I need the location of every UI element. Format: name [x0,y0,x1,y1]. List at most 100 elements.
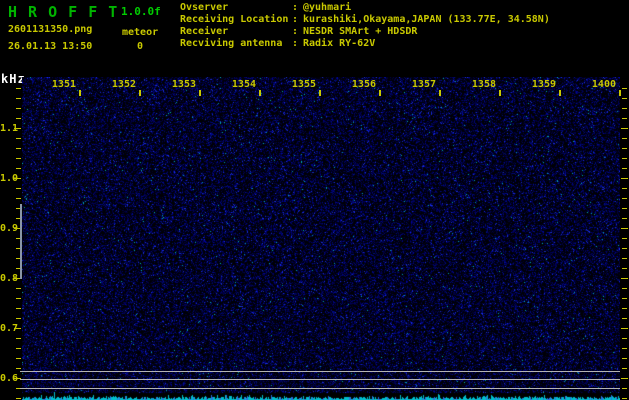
freq-tick-label: 0.9 [0,223,19,234]
freq-minor-tick-right [622,358,627,359]
freq-tick-label: 1.1 [0,123,19,134]
info-value: Radix RY-62V [303,38,376,49]
freq-minor-tick-left [16,398,21,399]
info-row-receiver: Receiver : NESDR SMArt + HDSDR [180,26,550,38]
time-tick [259,90,261,96]
freq-minor-tick-left [16,358,21,359]
freq-minor-tick-left [16,138,21,139]
app-title: H R O F F T [8,3,119,21]
freq-minor-tick-right [622,88,627,89]
freq-minor-tick-right [622,368,627,369]
time-tick-label: 1355 [291,79,316,90]
freq-minor-tick-right [622,248,627,249]
freq-major-tick-right [621,378,628,379]
observer-info-block: Ovserver : @yuhmari Receiving Location :… [180,2,550,50]
freq-minor-tick-right [622,148,627,149]
freq-minor-tick-left [16,368,21,369]
time-tick-label: 1353 [171,79,196,90]
freq-tick-label: 1.0 [0,173,19,184]
freq-minor-tick-right [622,158,627,159]
freq-minor-tick-right [622,288,627,289]
info-value: @yuhmari [303,2,352,13]
info-label: Ovserver [180,2,229,13]
freq-tick-label: 0.6 [0,373,19,384]
freq-minor-tick-left [16,88,21,89]
info-row-antenna: Recviving antenna : Radix RY-62V [180,38,550,50]
time-tick-label: 1354 [231,79,256,90]
hrofft-output-image: H R O F F T 1.0.0f 2601131350.png meteor… [0,0,629,400]
time-tick-label: 1356 [351,79,376,90]
time-tick-label: 1359 [531,79,556,90]
freq-minor-tick-right [622,198,627,199]
info-value: kurashiki,Okayama,JAPAN (133.77E, 34.58N… [303,14,550,25]
carrier-line [20,388,620,389]
freq-minor-tick-left [16,338,21,339]
freq-minor-tick-right [622,308,627,309]
freq-major-tick-right [621,278,628,279]
freq-major-tick-left [14,128,21,129]
time-tick [319,90,321,96]
scale-bar [20,204,22,279]
info-value: NESDR SMArt + HDSDR [303,26,418,37]
observation-datetime: 26.01.13 13:50 [8,41,93,52]
app-version: 1.0.0f [121,5,161,18]
freq-minor-tick-right [622,298,627,299]
info-label: Receiving Location [180,14,289,25]
freq-minor-tick-right [622,118,627,119]
time-tick [199,90,201,96]
info-label: Receiver [180,26,229,37]
freq-minor-tick-left [16,318,21,319]
time-tick [379,90,381,96]
carrier-line [20,379,620,380]
info-label: Recviving antenna [180,38,283,49]
info-separator: : [292,14,299,25]
freq-major-tick-right [621,228,628,229]
info-separator: : [292,26,299,37]
freq-minor-tick-left [16,348,21,349]
freq-major-tick-right [621,128,628,129]
time-tick [499,90,501,96]
freq-minor-tick-left [16,118,21,119]
meteor-count-label: meteor [122,27,159,38]
info-row-observer: Ovserver : @yuhmari [180,2,550,14]
time-tick [79,90,81,96]
freq-minor-tick-left [16,158,21,159]
freq-minor-tick-right [622,268,627,269]
carrier-line [20,371,620,372]
freq-minor-tick-right [622,388,627,389]
freq-minor-tick-left [16,148,21,149]
freq-major-tick-right [621,328,628,329]
freq-minor-tick-left [16,288,21,289]
freq-minor-tick-right [622,188,627,189]
time-tick-label: 1358 [471,79,496,90]
time-tick [139,90,141,96]
freq-minor-tick-right [622,398,627,399]
spectrogram-canvas [22,77,620,400]
time-tick [559,90,561,96]
freq-minor-tick-right [622,168,627,169]
output-filename: 2601131350.png [8,24,93,35]
info-separator: : [292,38,299,49]
time-tick-label: 1357 [411,79,436,90]
freq-major-tick-right [621,178,628,179]
freq-minor-tick-left [16,308,21,309]
freq-minor-tick-left [16,108,21,109]
freq-minor-tick-right [622,258,627,259]
freq-minor-tick-right [622,238,627,239]
time-tick [619,90,621,96]
freq-minor-tick-left [16,168,21,169]
info-row-location: Receiving Location : kurashiki,Okayama,J… [180,14,550,26]
time-tick [439,90,441,96]
freq-tick-label: 0.8 [0,273,19,284]
freq-minor-tick-right [622,208,627,209]
freq-minor-tick-right [622,138,627,139]
info-separator: : [292,2,299,13]
freq-minor-tick-left [16,198,21,199]
freq-major-tick-left [14,328,21,329]
freq-tick-label: 0.7 [0,323,19,334]
freq-minor-tick-left [16,98,21,99]
freq-minor-tick-right [622,218,627,219]
freq-minor-tick-right [622,318,627,319]
freq-major-tick-left [14,178,21,179]
meteor-count-value: 0 [136,41,144,52]
